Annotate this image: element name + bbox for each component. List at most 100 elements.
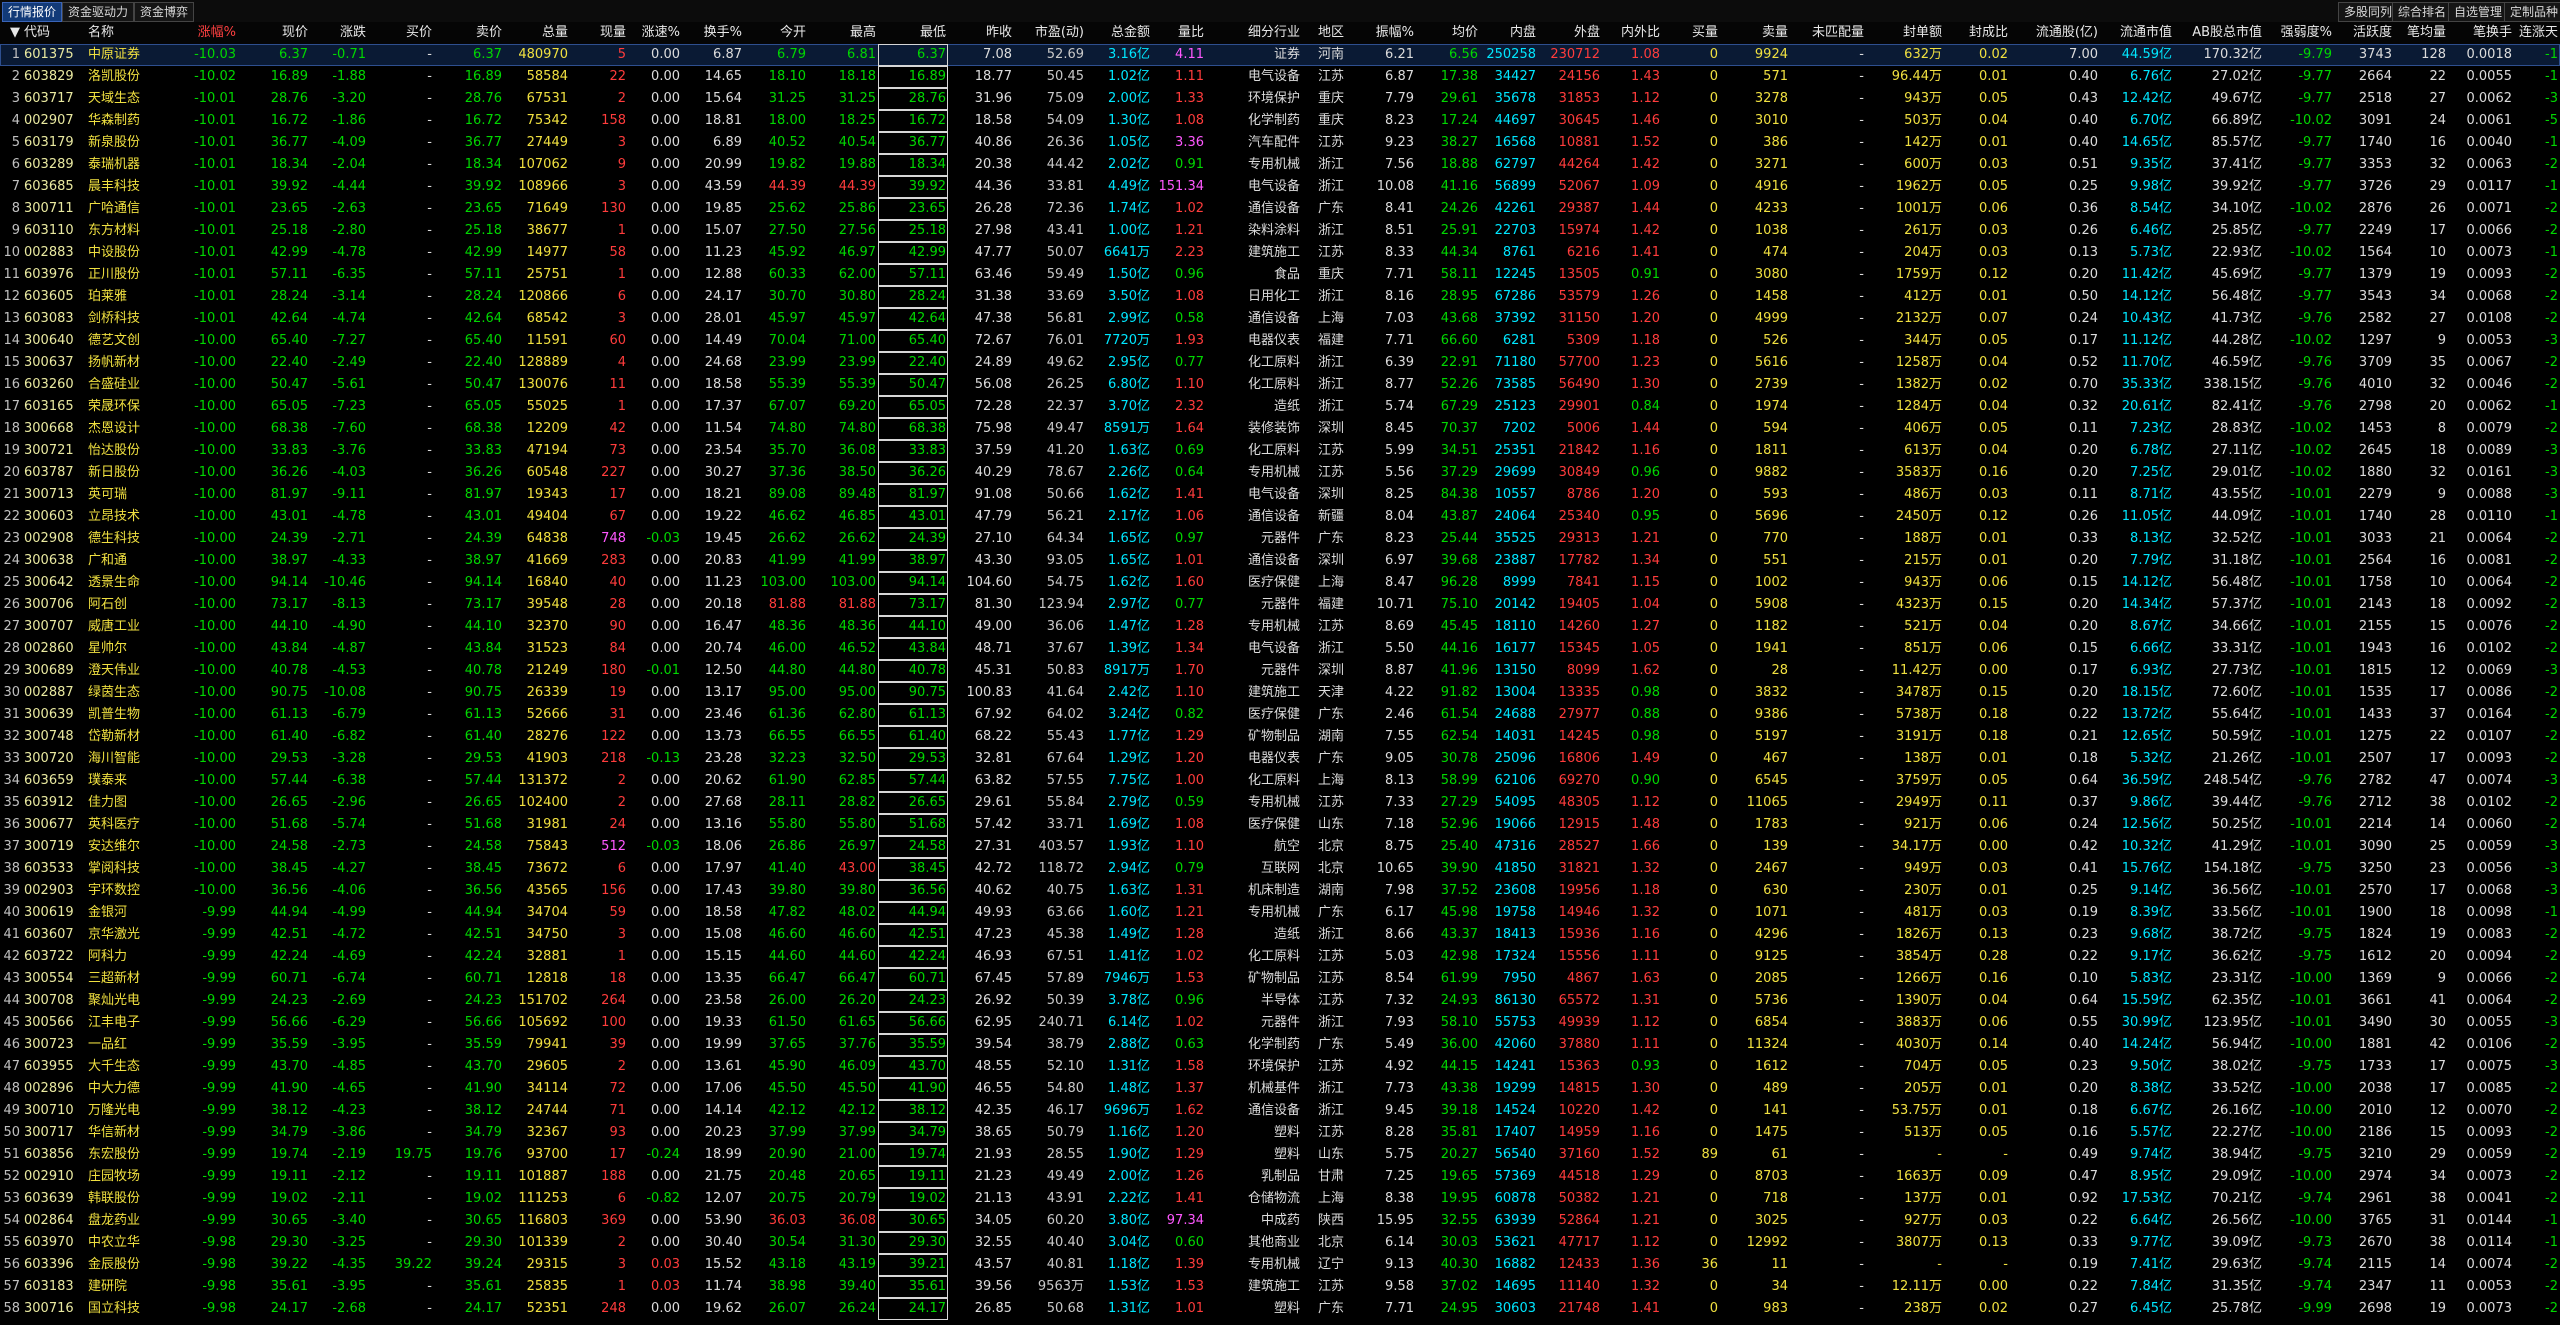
header-region[interactable]: 地区	[1302, 22, 1346, 44]
table-row[interactable]: 54 002864 盘龙药业 -9.99 30.65 -3.40-30.65 116803 3…	[0, 1210, 2560, 1232]
header-chg_pct[interactable]: 涨幅%	[148, 22, 238, 44]
header-chg[interactable]: 涨跌	[310, 22, 368, 44]
table-row[interactable]: 31 300639 凯普生物 -10.00 61.13 -6.79-61.13 52666 3…	[0, 704, 2560, 726]
header-streak[interactable]: 连涨天	[2514, 22, 2560, 44]
header-bid_vol[interactable]: 买量	[1662, 22, 1720, 44]
table-row[interactable]: 58 300716 国立科技 -9.98 24.17 -2.68-24.17 52351 24…	[0, 1298, 2560, 1320]
table-row[interactable]: 42 603722 阿科力 -9.99 42.24 -4.69-42.24 32881 1 0.…	[0, 946, 2560, 968]
table-row[interactable]: 57 603183 建研院 -9.98 35.61 -3.95-35.61 25835 1 0.…	[0, 1276, 2560, 1298]
table-row[interactable]: 17 603165 荣晟环保 -10.00 65.05 -7.23-65.05 55025 1…	[0, 396, 2560, 418]
table-row[interactable]: 37 300719 安达维尔 -10.00 24.58 -2.73-24.58 75843 5…	[0, 836, 2560, 858]
table-row[interactable]: 35 603912 佳力图 -10.00 26.65 -2.96-26.65 102400 2…	[0, 792, 2560, 814]
table-row[interactable]: 2 603829 洛凯股份 -10.02 16.89 -1.88-16.89 58584 22…	[0, 66, 2560, 88]
header-inner[interactable]: 内盘	[1480, 22, 1538, 44]
table-row[interactable]: 4 002907 华森制药 -10.01 16.72 -1.86-16.72 75342 15…	[0, 110, 2560, 132]
tab-quote[interactable]: 行情报价	[2, 2, 63, 22]
table-row[interactable]: 1 601375 中原证券 -10.03 6.37 -0.71-6.37 480970 5 0.…	[0, 44, 2560, 66]
header-unalloc[interactable]: 未匹配量	[1790, 22, 1866, 44]
table-row[interactable]: 32 300748 岱勒新材 -10.00 61.40 -6.82-61.40 28276 1…	[0, 726, 2560, 748]
header-price[interactable]: 现价	[238, 22, 310, 44]
table-row[interactable]: 22 300603 立昂技术 -10.00 43.01 -4.78-43.01 49404 6…	[0, 506, 2560, 528]
header-bid[interactable]: 买价	[368, 22, 434, 44]
header-strength[interactable]: 强弱度%	[2264, 22, 2334, 44]
table-row[interactable]: 38 603533 掌阅科技 -10.00 38.45 -4.27-38.45 73672 6…	[0, 858, 2560, 880]
header-vol_ratio[interactable]: 量比	[1152, 22, 1206, 44]
table-row[interactable]: 25 300642 透景生命 -10.00 94.14 -10.46-94.14 16840…	[0, 572, 2560, 594]
table-row[interactable]: 34 603659 璞泰来 -10.00 57.44 -6.38-57.44 131372 2…	[0, 770, 2560, 792]
header-ask[interactable]: 卖价	[434, 22, 504, 44]
table-row[interactable]: 15 300637 扬帆新材 -10.00 22.40 -2.49-22.40 128889…	[0, 352, 2560, 374]
tab-ranking[interactable]: 综合排名	[2392, 2, 2453, 22]
table-row[interactable]: 52 002910 庄园牧场 -9.99 19.11 -2.12-19.11 101887 1…	[0, 1166, 2560, 1188]
table-row[interactable]: 49 300710 万隆光电 -9.99 38.12 -4.23-38.12 24744 71…	[0, 1100, 2560, 1122]
header-vol[interactable]: 总量	[504, 22, 570, 44]
table-row[interactable]: 13 603083 剑桥科技 -10.01 42.64 -4.74-42.64 68542 3…	[0, 308, 2560, 330]
header-prev[interactable]: 昨收	[948, 22, 1014, 44]
header-amplitude[interactable]: 振幅%	[1346, 22, 1416, 44]
table-row[interactable]: 30 002887 绿茵生态 -10.00 90.75 -10.08-90.75 26339…	[0, 682, 2560, 704]
header-float_shares[interactable]: 流通股(亿)	[2010, 22, 2100, 44]
header-industry[interactable]: 细分行业	[1206, 22, 1302, 44]
header-open[interactable]: 今开	[744, 22, 808, 44]
header-activity[interactable]: 活跃度	[2334, 22, 2394, 44]
table-row[interactable]: 7 603685 晨丰科技 -10.01 39.92 -4.44-39.92 108966 3…	[0, 176, 2560, 198]
table-row[interactable]: 24 300638 广和通 -10.00 38.97 -4.33-38.97 41669 28…	[0, 550, 2560, 572]
table-row[interactable]: 5 603179 新泉股份 -10.01 36.77 -4.09-36.77 27449 3 0…	[0, 132, 2560, 154]
table-row[interactable]: 18 300668 杰恩设计 -10.00 68.38 -7.60-68.38 12209 4…	[0, 418, 2560, 440]
header-high[interactable]: 最高	[808, 22, 878, 44]
table-row[interactable]: 16 603260 合盛硅业 -10.00 50.47 -5.61-50.47 130076…	[0, 374, 2560, 396]
table-row[interactable]: 23 002908 德生科技 -10.00 24.39 -2.71-24.39 64838 7…	[0, 528, 2560, 550]
table-row[interactable]: 48 002896 中大力德 -9.99 41.90 -4.65-41.90 34114 72…	[0, 1078, 2560, 1100]
tab-watchlist[interactable]: 自选管理	[2448, 2, 2509, 22]
header-seal_amt[interactable]: 封单额	[1866, 22, 1944, 44]
header-idx[interactable]: ▼	[0, 22, 22, 44]
table-row[interactable]: 51 603856 东宏股份 -9.99 19.74 -2.19 19.75 19.76 937…	[0, 1144, 2560, 1166]
header-float_mv[interactable]: 流通市值	[2100, 22, 2174, 44]
table-row[interactable]: 33 300720 海川智能 -10.00 29.53 -3.28-29.53 41903 2…	[0, 748, 2560, 770]
header-low[interactable]: 最低	[878, 22, 948, 44]
table-row[interactable]: 43 300554 三超新材 -9.99 60.71 -6.74-60.71 12818 18…	[0, 968, 2560, 990]
table-row[interactable]: 19 300721 怡达股份 -10.00 33.83 -3.76-33.83 47194 7…	[0, 440, 2560, 462]
header-pe[interactable]: 市盈(动)	[1014, 22, 1086, 44]
header-per_trade[interactable]: 笔均量	[2394, 22, 2448, 44]
table-row[interactable]: 53 603639 韩联股份 -9.99 19.02 -2.11-19.02 111253 6…	[0, 1188, 2560, 1210]
table-row[interactable]: 8 300711 广哈通信 -10.01 23.65 -2.63-23.65 71649 13…	[0, 198, 2560, 220]
header-amount[interactable]: 总金额	[1086, 22, 1152, 44]
table-row[interactable]: 11 603976 正川股份 -10.01 57.11 -6.35-57.11 25751 1…	[0, 264, 2560, 286]
header-turnover[interactable]: 换手%	[682, 22, 744, 44]
table-row[interactable]: 46 300723 一品红 -9.99 35.59 -3.95-35.59 79941 39 0…	[0, 1034, 2560, 1056]
tab-fund-drive[interactable]: 资金驱动力	[62, 2, 135, 22]
table-row[interactable]: 3 603717 天域生态 -10.01 28.76 -3.20-28.76 67531 2 0…	[0, 88, 2560, 110]
tab-multi-stock[interactable]: 多股同列	[2338, 2, 2399, 22]
header-code[interactable]: 代码	[22, 22, 86, 44]
table-row[interactable]: 21 300713 英可瑞 -10.00 81.97 -9.11-81.97 19343 17…	[0, 484, 2560, 506]
table-row[interactable]: 14 300640 德艺文创 -10.00 65.40 -7.27-65.40 11591 6…	[0, 330, 2560, 352]
tab-fund-game[interactable]: 资金博弈	[134, 2, 195, 22]
table-row[interactable]: 29 300689 澄天伟业 -10.00 40.78 -4.53-40.78 21249 1…	[0, 660, 2560, 682]
table-row[interactable]: 41 603607 京华激光 -9.99 42.51 -4.72-42.51 34750 3 0…	[0, 924, 2560, 946]
table-row[interactable]: 6 603289 泰瑞机器 -10.01 18.34 -2.04-18.34 107062 9…	[0, 154, 2560, 176]
table-row[interactable]: 28 002860 星帅尔 -10.00 43.84 -4.87-43.84 31523 84…	[0, 638, 2560, 660]
table-row[interactable]: 50 300717 华信新材 -9.99 34.79 -3.86-34.79 32367 93…	[0, 1122, 2560, 1144]
header-ask_vol[interactable]: 卖量	[1720, 22, 1790, 44]
header-io_ratio[interactable]: 内外比	[1602, 22, 1662, 44]
header-cur_vol[interactable]: 现量	[570, 22, 628, 44]
table-row[interactable]: 27 300707 威唐工业 -10.00 44.10 -4.90-44.10 32370 9…	[0, 616, 2560, 638]
table-row[interactable]: 12 603605 珀莱雅 -10.01 28.24 -3.14-28.24 120866 6…	[0, 286, 2560, 308]
header-ab_mv[interactable]: AB股总市值	[2174, 22, 2264, 44]
header-seal_ratio[interactable]: 封成比	[1944, 22, 2010, 44]
table-row[interactable]: 9 603110 东方材料 -10.01 25.18 -2.80-25.18 38677 1 0…	[0, 220, 2560, 242]
table-row[interactable]: 47 603955 大千生态 -9.99 43.70 -4.85-43.70 29605 2 0…	[0, 1056, 2560, 1078]
tab-custom[interactable]: 定制品种	[2504, 2, 2560, 22]
header-outer[interactable]: 外盘	[1538, 22, 1602, 44]
header-avg[interactable]: 均价	[1416, 22, 1480, 44]
header-per_turn[interactable]: 笔换手	[2448, 22, 2514, 44]
table-row[interactable]: 36 300677 英科医疗 -10.00 51.68 -5.74-51.68 31981 2…	[0, 814, 2560, 836]
table-row[interactable]: 10 002883 中设股份 -10.01 42.99 -4.78-42.99 14977 5…	[0, 242, 2560, 264]
header-name[interactable]: 名称	[86, 22, 148, 44]
table-row[interactable]: 40 300619 金银河 -9.99 44.94 -4.99-44.94 34704 59 0…	[0, 902, 2560, 924]
table-row[interactable]: 45 300566 江丰电子 -9.99 56.66 -6.29-56.66 105692 1…	[0, 1012, 2560, 1034]
table-row[interactable]: 44 300708 聚灿光电 -9.99 24.23 -2.69-24.23 151702 2…	[0, 990, 2560, 1012]
table-row[interactable]: 26 300706 阿石创 -10.00 73.17 -8.13-73.17 39548 28…	[0, 594, 2560, 616]
table-row[interactable]: 55 603970 中农立华 -9.98 29.30 -3.25-29.30 101339 2…	[0, 1232, 2560, 1254]
